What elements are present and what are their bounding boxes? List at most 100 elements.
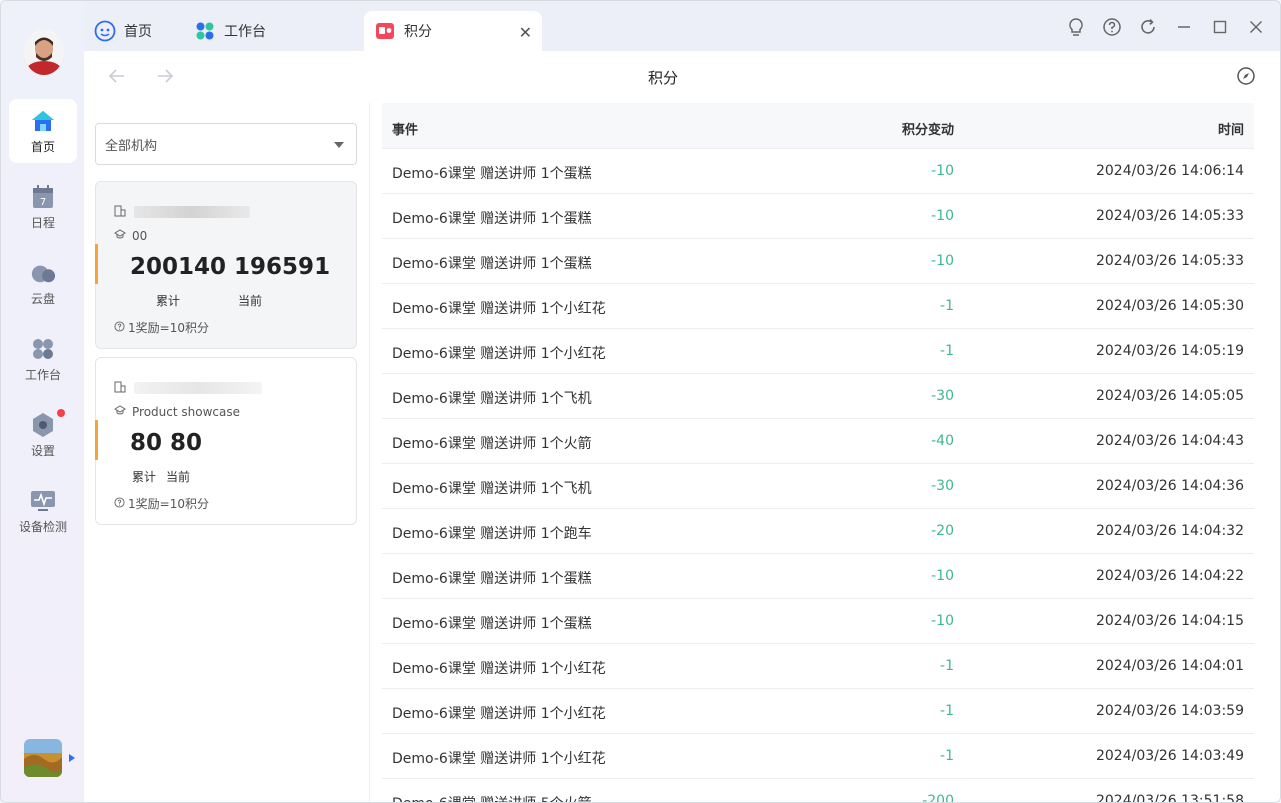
building-icon (114, 378, 126, 397)
total-label: 累计 (156, 294, 181, 308)
help-icon[interactable] (1094, 15, 1130, 39)
cloud-icon (30, 260, 56, 286)
table-row[interactable]: Demo-6课堂 赠送讲师 1个蛋糕 -10 2024/03/26 14:04:22 (382, 554, 1254, 599)
row-change: -1 (940, 748, 954, 764)
row-change: -20 (931, 523, 954, 539)
row-time: 2024/03/26 14:04:36 (1095, 478, 1244, 494)
class-name: Product showcase (132, 404, 240, 419)
sidebar-item-workbench[interactable]: 工作台 (9, 327, 77, 391)
table-row[interactable]: Demo-6课堂 赠送讲师 1个蛋糕 -10 2024/03/26 14:05:33 (382, 239, 1254, 284)
table-row[interactable]: Demo-6课堂 赠送讲师 1个蛋糕 -10 2024/03/26 14:04:15 (382, 599, 1254, 644)
table-row[interactable]: Demo-6课堂 赠送讲师 5个火箭 -200 2024/03/26 13:51:5… (382, 779, 1254, 803)
class-name: 00 (132, 228, 148, 243)
table-row[interactable]: Demo-6课堂 赠送讲师 1个小红花 -1 2024/03/26 14:05:30 (382, 284, 1254, 329)
row-event: Demo-6课堂 赠送讲师 1个蛋糕 (392, 256, 592, 272)
row-change: -200 (922, 793, 954, 803)
row-change: -10 (931, 613, 954, 629)
row-event: Demo-6课堂 赠送讲师 1个飞机 (392, 391, 592, 407)
rule-text: 1奖励=10积分 (128, 321, 209, 335)
table-row[interactable]: Demo-6课堂 赠送讲师 1个飞机 -30 2024/03/26 14:05:05 (382, 374, 1254, 419)
user-avatar[interactable] (24, 29, 64, 75)
row-change: -1 (940, 343, 954, 359)
sidebar-item-label: 日程 (30, 215, 55, 230)
window-close-icon[interactable] (1238, 15, 1274, 39)
page-title: 积分 (647, 69, 678, 87)
chevron-down-icon (334, 142, 344, 148)
current-label: 当前 (166, 470, 191, 484)
org-select-value: 全部机构 (105, 138, 158, 154)
points-icon (374, 20, 396, 42)
help-circle-icon (114, 496, 125, 511)
help-circle-icon (114, 320, 125, 335)
header-event: 事件 (392, 123, 419, 138)
sidebar-item-label: 工作台 (24, 367, 61, 382)
row-time: 2024/03/26 14:05:19 (1095, 343, 1244, 359)
table-row[interactable]: Demo-6课堂 赠送讲师 1个蛋糕 -10 2024/03/26 14:05:33 (382, 194, 1254, 239)
sidebar-item-label: 设置 (30, 443, 55, 458)
org-select[interactable]: 全部机构 (95, 123, 357, 165)
table-row[interactable]: Demo-6课堂 赠送讲师 1个小红花 -1 2024/03/26 14:04:01 (382, 644, 1254, 689)
row-time: 2024/03/26 14:04:43 (1095, 433, 1244, 449)
tab-workbench[interactable]: 工作台 (184, 11, 304, 51)
current-label: 当前 (238, 294, 263, 308)
close-icon[interactable]: ✕ (519, 23, 532, 42)
table-row[interactable]: Demo-6课堂 赠送讲师 1个跑车 -20 2024/03/26 14:04:32 (382, 509, 1254, 554)
table-header: 事件 积分变动 时间 (382, 103, 1254, 149)
lightbulb-icon[interactable] (1058, 15, 1094, 39)
org-card[interactable]: 00 200140 196591 累计 当前 1奖励=10积分 (95, 181, 357, 349)
refresh-icon[interactable] (1130, 15, 1166, 39)
sidebar-item-label: 云盘 (30, 291, 55, 306)
points-values: 200140 196591 (130, 254, 330, 280)
table-row[interactable]: Demo-6课堂 赠送讲师 1个小红花 -1 2024/03/26 14:05:19 (382, 329, 1254, 374)
tab-home[interactable]: 首页 (84, 11, 180, 51)
row-time: 2024/03/26 13:51:58 (1095, 793, 1244, 803)
row-event: Demo-6课堂 赠送讲师 1个蛋糕 (392, 571, 592, 587)
sidebar-item-label: 设备检测 (18, 519, 67, 534)
row-change: -40 (931, 433, 954, 449)
table-row[interactable]: Demo-6课堂 赠送讲师 1个小红花 -1 2024/03/26 14:03:49 (382, 734, 1254, 779)
table-row[interactable]: Demo-6课堂 赠送讲师 1个小红花 -1 2024/03/26 14:03:59 (382, 689, 1254, 734)
total-label: 累计 (132, 470, 157, 484)
sidebar-item-settings[interactable]: 设置 (9, 403, 77, 467)
monitor-icon (30, 488, 56, 514)
header-time: 时间 (1217, 123, 1244, 138)
row-event: Demo-6课堂 赠送讲师 1个小红花 (392, 706, 606, 722)
row-change: -30 (931, 388, 954, 404)
org-card[interactable]: Product showcase 80 80 累计 当前 1奖励=10积分 (95, 357, 357, 525)
row-event: Demo-6课堂 赠送讲师 1个火箭 (392, 436, 592, 452)
maximize-icon[interactable] (1202, 15, 1238, 39)
row-time: 2024/03/26 14:05:05 (1095, 388, 1244, 404)
minimize-icon[interactable] (1166, 15, 1202, 39)
graduation-cap-icon (114, 228, 126, 243)
sidebar-item-label: 首页 (30, 139, 55, 154)
row-event: Demo-6课堂 赠送讲师 1个飞机 (392, 481, 592, 497)
tab-label: 积分 (404, 24, 432, 40)
row-change: -10 (931, 208, 954, 224)
expand-arrow-icon[interactable] (69, 754, 75, 762)
redacted-org-name (134, 381, 262, 394)
sidebar-item-schedule[interactable]: 7 日程 (9, 175, 77, 239)
tab-bar: 首页 工作台 积分 ✕ (84, 1, 1280, 51)
row-time: 2024/03/26 14:05:33 (1095, 208, 1244, 224)
compass-icon[interactable] (1236, 66, 1256, 86)
sidebar-item-home[interactable]: 首页 (9, 99, 77, 163)
row-event: Demo-6课堂 赠送讲师 1个小红花 (392, 751, 606, 767)
row-time: 2024/03/26 14:05:33 (1095, 253, 1244, 269)
org-avatar[interactable] (24, 739, 62, 777)
row-change: -10 (931, 163, 954, 179)
row-time: 2024/03/26 14:05:30 (1095, 298, 1244, 314)
row-time: 2024/03/26 14:04:15 (1095, 613, 1244, 629)
current-points: 196591 (234, 254, 331, 280)
sidebar-item-device-check[interactable]: 设备检测 (9, 479, 77, 543)
row-change: -1 (940, 658, 954, 674)
building-icon (114, 202, 126, 221)
table-row[interactable]: Demo-6课堂 赠送讲师 1个蛋糕 -10 2024/03/26 14:06:14 (382, 149, 1254, 194)
row-event: Demo-6课堂 赠送讲师 1个小红花 (392, 346, 606, 362)
home-outline-icon (94, 20, 116, 42)
table-row[interactable]: Demo-6课堂 赠送讲师 1个飞机 -30 2024/03/26 14:04:36 (382, 464, 1254, 509)
sidebar-item-cloud[interactable]: 云盘 (9, 251, 77, 315)
app-window: 首页 7 日程 云盘 工作台 设置 设备检测 首页 工作台 积分 ✕ 积分 全部… (0, 0, 1281, 803)
tab-points[interactable]: 积分 ✕ (364, 11, 542, 51)
table-row[interactable]: Demo-6课堂 赠送讲师 1个火箭 -40 2024/03/26 14:04:43 (382, 419, 1254, 464)
tab-label: 工作台 (224, 24, 266, 40)
